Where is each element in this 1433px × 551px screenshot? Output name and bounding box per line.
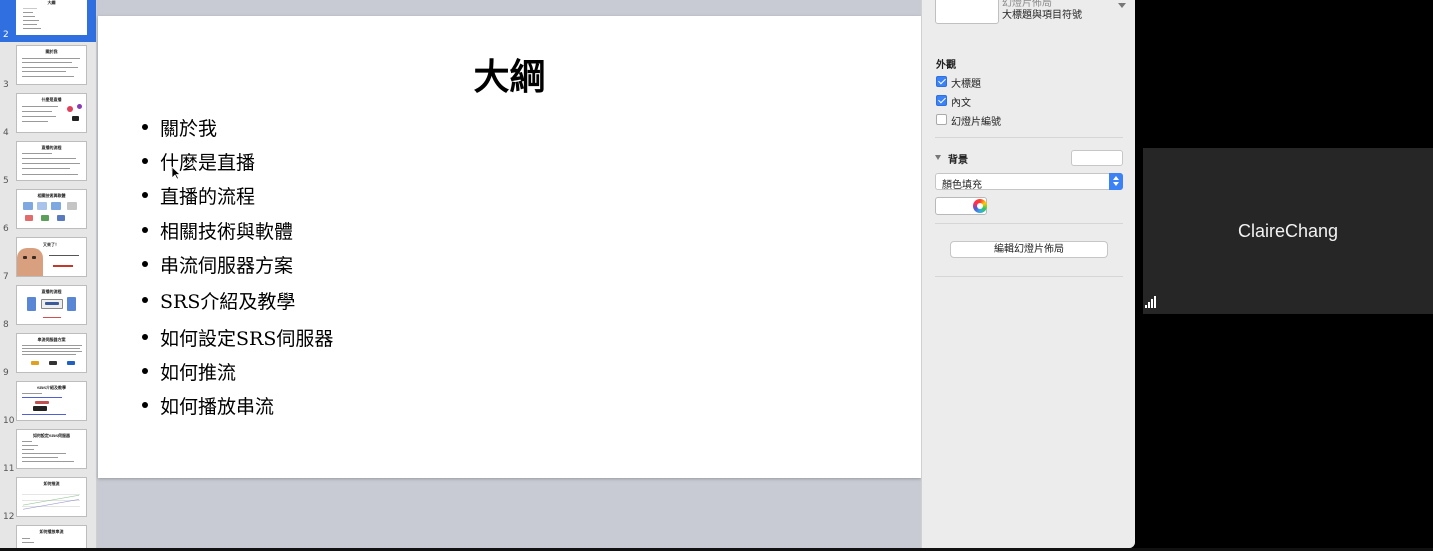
thumbnail-title: 如何播放串流: [39, 529, 64, 534]
checkbox-label: 內文: [951, 98, 971, 109]
connection-signal-icon: [1145, 296, 1159, 308]
slide-number: 3: [3, 80, 9, 90]
slide-number: 11: [3, 464, 15, 474]
fill-type-value: 顏色填充: [942, 180, 982, 191]
divider: [935, 223, 1123, 224]
slide-thumbnail-preview: SRS介紹及教學: [16, 381, 87, 421]
slide[interactable]: 大綱 關於我 什麼是直播 直播的流程 相關技術與軟體 串流伺服器方案 SRS介紹…: [98, 16, 921, 478]
slide-navigator[interactable]: 大綱 2 關於我 3 什麼是直播 4 直播的流程 5 相關技術與軟體 6 又來了…: [0, 0, 97, 548]
slide-thumbnail-preview: 如何設定SRS伺服器: [16, 429, 87, 469]
slide-thumbnail-2[interactable]: 大綱 2: [0, 0, 96, 42]
bullet-icon: [142, 368, 148, 374]
slide-thumbnail-preview: 相關技術與軟體: [16, 189, 87, 229]
bullet-icon: [142, 297, 148, 303]
slide-title[interactable]: 大綱: [98, 48, 921, 100]
slide-thumbnail-7[interactable]: 又來了！ 7: [0, 236, 96, 284]
bullet-icon: [142, 402, 148, 408]
slide-number: 6: [3, 224, 9, 234]
bullet-icon: [142, 227, 148, 233]
slide-thumbnail-preview: 直播的流程: [16, 141, 87, 181]
slide-thumbnail-4[interactable]: 什麼是直播 4: [0, 92, 96, 140]
slide-thumbnail-8[interactable]: 直播的流程 8: [0, 284, 96, 332]
checkbox-label: 大標題: [951, 79, 981, 90]
layout-name[interactable]: 大標題與項目符號: [1002, 6, 1082, 21]
bullet-icon: [142, 158, 148, 164]
disclosure-triangle-icon[interactable]: [935, 155, 941, 160]
thumbnail-title: 又來了！: [43, 242, 59, 247]
slide-thumbnail-6[interactable]: 相關技術與軟體 6: [0, 188, 96, 236]
mouse-cursor-icon: [171, 166, 181, 180]
color-well[interactable]: [935, 197, 987, 215]
slide-thumbnail-11[interactable]: 如何設定SRS伺服器 11: [0, 428, 96, 476]
body-checkbox[interactable]: [936, 95, 947, 106]
format-inspector: 幻燈片佈局 大標題與項目符號 外觀 大標題 內文 幻燈片編號 背景 顏色填充 編…: [921, 0, 1135, 548]
thumbnail-title: 如何推流: [43, 481, 60, 486]
bullet-icon: [142, 192, 148, 198]
thumbnail-title: 如何設定SRS伺服器: [32, 433, 71, 438]
select-arrows-icon: [1109, 173, 1123, 190]
slide-thumbnail-9[interactable]: 串流伺服器方案 9: [0, 332, 96, 380]
thumbnail-title: 直播的流程: [41, 289, 62, 294]
appearance-heading: 外觀: [936, 60, 956, 71]
slide-number: 8: [3, 320, 9, 330]
chevron-down-icon[interactable]: [1118, 3, 1126, 8]
slide-number: 4: [3, 128, 9, 138]
slide-thumbnail-3[interactable]: 關於我 3: [0, 44, 96, 92]
participant-name: ClaireChang: [1237, 221, 1339, 241]
slide-thumbnail-5[interactable]: 直播的流程 5: [0, 140, 96, 188]
bullet-icon: [142, 124, 148, 130]
thumbnail-title: 關於我: [45, 49, 58, 54]
bullet-icon: [142, 261, 148, 267]
slide-thumbnail-preview: 串流伺服器方案: [16, 333, 87, 373]
slide-number: 12: [3, 512, 15, 522]
slide-number-checkbox[interactable]: [936, 114, 947, 125]
thumbnail-title: 直播的流程: [41, 145, 62, 150]
screen: 大綱 2 關於我 3 什麼是直播 4 直播的流程 5 相關技術與軟體 6 又來了…: [0, 0, 1433, 551]
slide-thumbnail-preview: 如何播放串流: [16, 525, 87, 548]
title-checkbox[interactable]: [936, 76, 947, 87]
edit-slide-layout-button[interactable]: 編輯幻燈片佈局: [950, 241, 1108, 258]
slide-canvas[interactable]: 大綱 關於我 什麼是直播 直播的流程 相關技術與軟體 串流伺服器方案 SRS介紹…: [97, 0, 921, 548]
thumbnail-title: SRS介紹及教學: [36, 385, 67, 390]
checkbox-label: 幻燈片編號: [951, 117, 1001, 128]
background-color-swatch[interactable]: [1071, 150, 1123, 166]
slide-thumbnail-preview: 關於我: [16, 45, 87, 85]
slide-thumbnail-preview: 直播的流程: [16, 285, 87, 325]
thumbnail-title: 大綱: [47, 0, 56, 5]
layout-thumbnail[interactable]: [935, 0, 999, 24]
thumbnail-title: 相關技術與軟體: [37, 193, 66, 198]
slide-thumbnail-13[interactable]: 如何播放串流: [0, 524, 96, 548]
slide-number: 10: [3, 416, 15, 426]
slide-number: 5: [3, 176, 9, 186]
slide-thumbnail-preview: 又來了！: [16, 237, 87, 277]
slide-thumbnail-preview: 大綱: [16, 0, 87, 35]
divider: [935, 276, 1123, 277]
slide-number: 9: [3, 368, 9, 378]
bullet-icon: [142, 334, 148, 340]
slide-thumbnail-preview: 什麼是直播: [16, 93, 87, 133]
participant-video-tile[interactable]: ClaireChang: [1143, 148, 1433, 314]
background-heading: 背景: [948, 155, 968, 166]
divider: [935, 137, 1123, 138]
slide-thumbnail-10[interactable]: SRS介紹及教學 10: [0, 380, 96, 428]
keynote-window: 大綱 2 關於我 3 什麼是直播 4 直播的流程 5 相關技術與軟體 6 又來了…: [0, 0, 1135, 548]
slide-number: 7: [3, 272, 9, 282]
slide-thumbnail-preview: 如何推流: [16, 477, 87, 517]
thumbnail-title: 串流伺服器方案: [37, 337, 66, 342]
slide-number: 2: [3, 30, 9, 40]
thumbnail-title: 什麼是直播: [41, 97, 62, 102]
slide-thumbnail-12[interactable]: 如何推流 12: [0, 476, 96, 524]
fill-type-select[interactable]: 顏色填充: [935, 173, 1123, 191]
color-wheel-icon[interactable]: [973, 199, 987, 213]
